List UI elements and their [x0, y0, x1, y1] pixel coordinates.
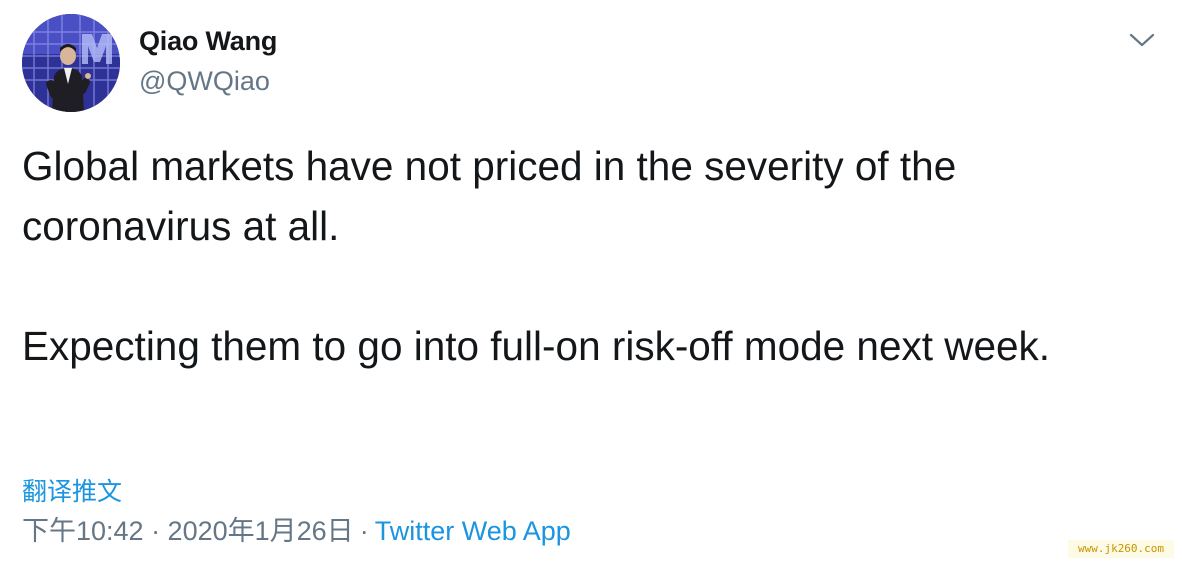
author-handle[interactable]: @QWQiao [139, 66, 270, 97]
tweet-menu-button[interactable] [1128, 28, 1156, 52]
avatar-image [22, 14, 120, 112]
meta-separator: · [359, 516, 369, 546]
tweet-paragraph: Global markets have not priced in the se… [22, 143, 957, 249]
translate-tweet-link[interactable]: 翻译推文 [22, 472, 122, 508]
tweet-paragraph: Expecting them to go into full-on risk-o… [22, 323, 1051, 369]
tweet-card: Qiao Wang @QWQiao Global markets have no… [0, 0, 1182, 568]
chevron-down-icon [1129, 33, 1155, 47]
author-display-name[interactable]: Qiao Wang [139, 26, 277, 57]
tweet-source-link[interactable]: Twitter Web App [375, 516, 571, 546]
avatar[interactable] [22, 14, 120, 112]
tweet-text: Global markets have not priced in the se… [22, 136, 1142, 376]
tweet-timestamp[interactable]: 下午10:42 · 2020年1月26日 [22, 516, 354, 546]
tweet-meta: 下午10:42 · 2020年1月26日 · Twitter Web App [22, 509, 571, 548]
watermark: www.jk260.com [1068, 540, 1174, 558]
